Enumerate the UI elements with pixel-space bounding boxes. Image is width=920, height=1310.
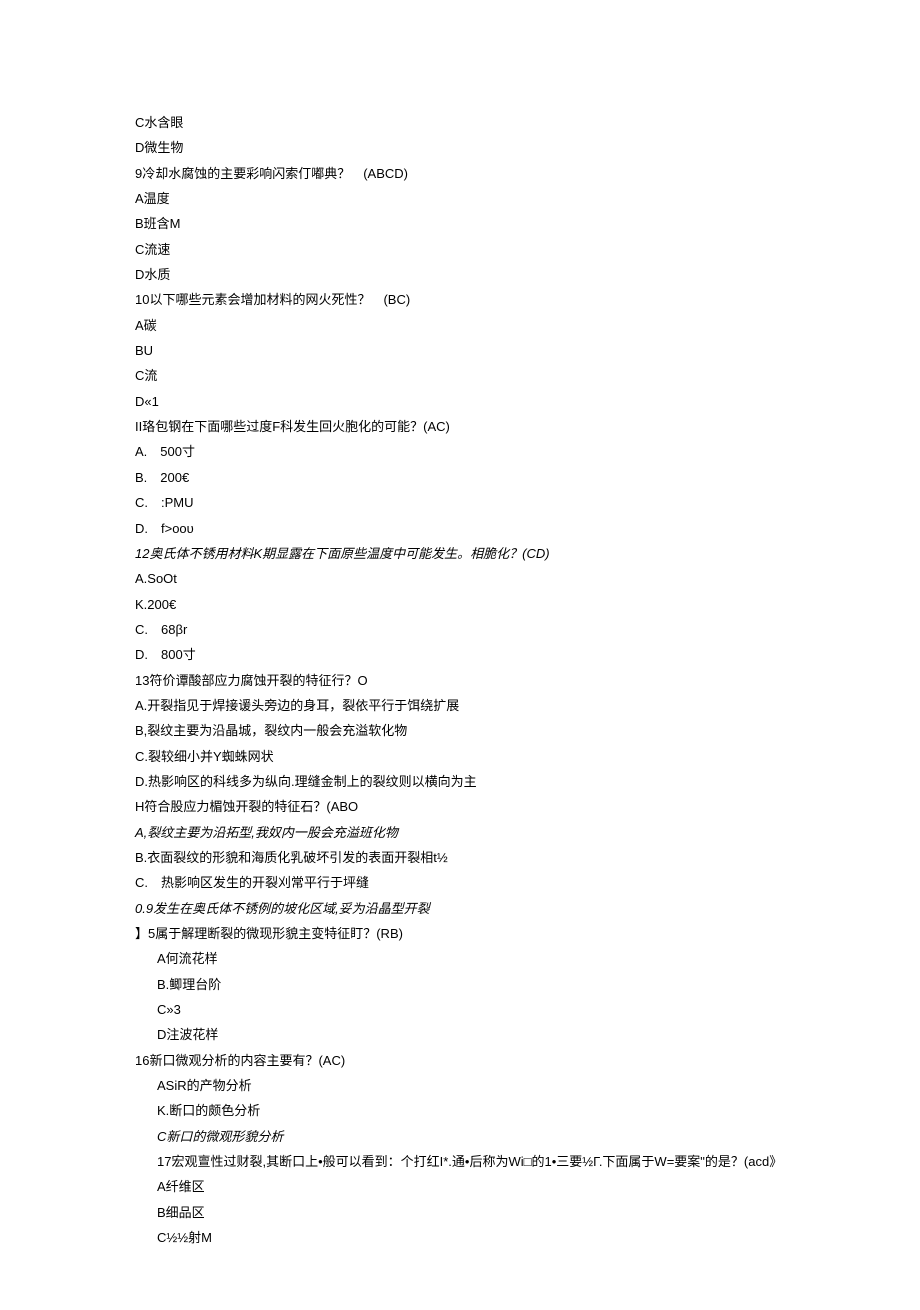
text-line: C. :PMU — [135, 490, 780, 515]
text-line: 13符价谭酸部应力腐蚀开裂的特征行？O — [135, 668, 780, 693]
text-line: 16新口微观分析的内容主要有？(AC) — [135, 1048, 780, 1073]
text-line: C水含眼 — [135, 110, 780, 135]
text-line: A,裂纹主要为沿拓型,我奴内一股会充溢班化物 — [135, 820, 780, 845]
text-line: 12奥氏体不锈用材料K期显露在下面原些温度中可能发生。相脆化？(CD) — [135, 541, 780, 566]
text-line: K.200€ — [135, 592, 780, 617]
text-line: A温度 — [135, 186, 780, 211]
text-line: D微生物 — [135, 135, 780, 160]
text-line: A何流花样 — [135, 946, 780, 971]
text-line: D.热影响区的科线多为纵向.理缝金制上的裂纹则以横向为主 — [135, 769, 780, 794]
text-line: 0.9发生在奥氏体不锈例的坡化区域,妥为沿晶型开裂 — [135, 896, 780, 921]
text-line: 】5属于解理断裂的微现形貌主变特征盯？(RB) — [135, 921, 780, 946]
text-line: D注波花样 — [135, 1022, 780, 1047]
text-line: B. 200€ — [135, 465, 780, 490]
text-line: K.断口的颇色分析 — [135, 1098, 780, 1123]
text-line: A碳 — [135, 313, 780, 338]
text-line: C流 — [135, 363, 780, 388]
text-line: D. f>ooυ — [135, 516, 780, 541]
text-line: BU — [135, 338, 780, 363]
text-line: B班含M — [135, 211, 780, 236]
text-line: A.开裂指见于焊接谖头旁边的身耳，裂依平行于饵绕扩展 — [135, 693, 780, 718]
text-line: C. 热影响区发生的开裂刈常平行于坪缝 — [135, 870, 780, 895]
text-line: 10以下哪些元素会增加材料的网火死性？ (BC) — [135, 287, 780, 312]
text-line: C½½射M — [135, 1225, 780, 1250]
text-line: 9冷却水腐蚀的主要彩响闪索仃嘟典？ (ABCD) — [135, 161, 780, 186]
text-line: C»3 — [135, 997, 780, 1022]
text-line: C. 68βr — [135, 617, 780, 642]
text-line: 17宏观亶性过财裂,其断口上•般可以看到：个打红I*.通•后称为Wi□的1•三要… — [135, 1149, 780, 1174]
text-line: B细品区 — [135, 1200, 780, 1225]
text-line: D. 800寸 — [135, 642, 780, 667]
document-body: C水含眼D微生物9冷却水腐蚀的主要彩响闪索仃嘟典？ (ABCD)A温度B班含MC… — [135, 110, 780, 1250]
text-line: H符合股应力楣蚀开裂的特征石？(ABO — [135, 794, 780, 819]
text-line: B.鲫理台阶 — [135, 972, 780, 997]
text-line: A纤维区 — [135, 1174, 780, 1199]
text-line: C新口的微观形貌分析 — [135, 1124, 780, 1149]
text-line: ASiR的产物分析 — [135, 1073, 780, 1098]
text-line: D水质 — [135, 262, 780, 287]
text-line: D«1 — [135, 389, 780, 414]
text-line: B,裂纹主要为沿晶城，裂纹内一般会充溢软化物 — [135, 718, 780, 743]
text-line: II珞包钢在下面哪些过度F科发生回火胞化的可能？(AC) — [135, 414, 780, 439]
text-line: A. 500寸 — [135, 439, 780, 464]
text-line: C流速 — [135, 237, 780, 262]
text-line: B.衣面裂纹的形貌和海质化乳破坏引发的表面开裂相t½ — [135, 845, 780, 870]
text-line: C.裂较细小并Y蜘蛛网状 — [135, 744, 780, 769]
text-line: A.SoOt — [135, 566, 780, 591]
